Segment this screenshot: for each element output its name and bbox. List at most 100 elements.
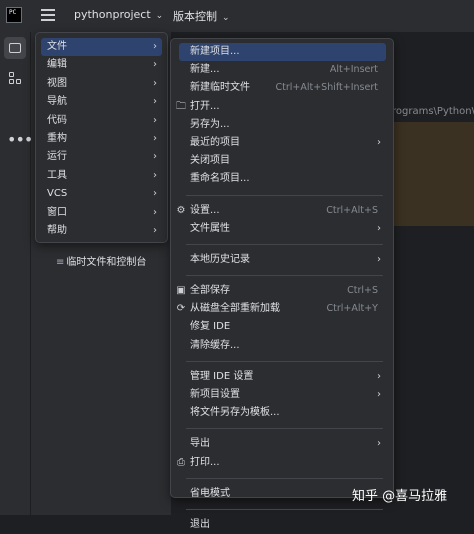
save-icon: ▣ xyxy=(176,285,186,297)
menu-item-settings[interactable]: ⚙ 设置... Ctrl+Alt+S xyxy=(177,202,386,220)
chevron-right-icon: › xyxy=(153,169,157,181)
menu-item-label: 另存为... xyxy=(190,118,230,130)
chevron-right-icon: › xyxy=(377,136,381,148)
tool-window-strip: ••• xyxy=(0,32,33,515)
chevron-right-icon: › xyxy=(153,114,157,126)
menu-item-manage-ide-settings[interactable]: 管理 IDE 设置 › xyxy=(179,368,386,386)
menu-item-label: 工具 xyxy=(47,169,67,181)
scratch-file-icon: ≡ xyxy=(56,257,65,268)
gear-icon: ⚙ xyxy=(176,204,186,216)
chevron-right-icon: › xyxy=(153,41,157,52)
folder-icon: 🗀 xyxy=(176,100,186,112)
main-menu-item[interactable]: VCS › xyxy=(41,185,162,203)
main-menu-item[interactable]: 工具 › xyxy=(41,167,162,185)
printer-icon: ⎙ xyxy=(177,456,185,468)
menu-separator xyxy=(186,243,383,245)
project-tool-button[interactable] xyxy=(4,37,26,59)
menu-item-print[interactable]: ⎙ 打印... xyxy=(177,454,386,472)
menu-item-label: 修复 IDE xyxy=(190,321,231,333)
editor-path-text: rograms\Python\ xyxy=(392,106,474,117)
chevron-right-icon: › xyxy=(153,77,157,89)
chevron-right-icon: › xyxy=(153,151,157,163)
title-bar: PC pythonproject ⌄ 版本控制 ⌄ xyxy=(0,0,474,32)
menu-item-file-properties[interactable]: 文件属性 › xyxy=(179,220,386,238)
main-menu-item[interactable]: 窗口 › xyxy=(41,204,162,222)
menu-item-label: 新项目设置 xyxy=(190,389,240,400)
shortcut-label: Ctrl+S xyxy=(347,285,378,297)
menu-item-label: 导航 xyxy=(47,96,67,108)
scratches-node[interactable]: ≡ 临时文件和控制台 xyxy=(56,253,146,268)
menu-item-label: 导出 xyxy=(190,438,210,450)
menu-item-close-project[interactable]: 关闭项目 xyxy=(179,152,386,170)
menu-separator xyxy=(186,477,383,479)
menu-item-recent-projects[interactable]: 最近的项目 › xyxy=(179,134,386,152)
chevron-right-icon: › xyxy=(377,370,381,382)
vcs-selector[interactable]: 版本控制 ⌄ xyxy=(173,8,230,24)
main-menu-item[interactable]: 帮助 › xyxy=(41,222,162,240)
menu-item-label: 新建临时文件 xyxy=(190,82,250,94)
main-menu-item[interactable]: 重构 › xyxy=(41,130,162,148)
menu-item-new-project[interactable]: 新建项目... xyxy=(179,43,386,62)
scratches-label: 临时文件和控制台 xyxy=(66,257,147,268)
file-submenu-popup: 新建项目... 新建... Alt+Insert 新建临时文件 Ctrl+Alt+S… xyxy=(170,38,394,530)
menu-item-save-as[interactable]: 另存为... xyxy=(179,116,386,134)
menu-item-label: 新建项目... xyxy=(190,46,240,57)
main-menu-button[interactable] xyxy=(41,9,55,22)
main-menu-item[interactable]: 视图 › xyxy=(41,75,162,93)
pycharm-logo-icon: PC xyxy=(6,7,22,23)
menu-item-label: 运行 xyxy=(47,151,67,163)
menu-item-label: 设置... xyxy=(190,204,220,216)
main-menu-item[interactable]: 编辑 › xyxy=(41,56,162,74)
menu-item-new[interactable]: 新建... Alt+Insert xyxy=(179,61,386,79)
main-menu-item[interactable]: 运行 › xyxy=(41,148,162,166)
menu-item-label: 窗口 xyxy=(47,206,67,218)
menu-item-label: 帮助 xyxy=(47,224,67,236)
menu-item-label: 视图 xyxy=(47,77,67,89)
menu-item-invalidate-caches[interactable]: 清除缓存... xyxy=(179,337,386,355)
folder-icon xyxy=(9,43,21,53)
menu-item-open[interactable]: 🗀 打开... xyxy=(176,98,386,116)
menu-item-rename-project[interactable]: 重命名项目... xyxy=(179,170,386,188)
main-menu-item[interactable]: 文件 › xyxy=(41,38,162,57)
menu-item-repair-ide[interactable]: 修复 IDE xyxy=(179,318,386,336)
menu-item-save-all[interactable]: ▣ 全部保存 Ctrl+S xyxy=(176,282,386,300)
structure-tool-button[interactable] xyxy=(4,67,26,89)
menu-item-label: 本地历史记录 xyxy=(190,253,250,265)
shortcut-label: Ctrl+Alt+Shift+Insert xyxy=(275,82,379,94)
menu-item-new-project-setup[interactable]: 新项目设置 › xyxy=(179,386,386,404)
watermark-text: 知乎 @喜马拉雅 xyxy=(352,489,448,504)
menu-separator xyxy=(186,508,383,510)
menu-item-label: 将文件另存为模板... xyxy=(190,407,280,419)
vcs-label: 版本控制 xyxy=(173,10,217,23)
project-selector[interactable]: pythonproject ⌄ xyxy=(74,8,163,21)
main-menu-item[interactable]: 代码 › xyxy=(41,112,162,130)
menu-separator xyxy=(186,360,383,362)
main-menu-item[interactable]: 导航 › xyxy=(41,93,162,111)
shortcut-label: Alt+Insert xyxy=(329,64,378,76)
menu-item-label: 重构 xyxy=(47,132,67,144)
menu-item-local-history[interactable]: 本地历史记录 › xyxy=(179,251,386,269)
menu-item-label: 从磁盘全部重新加载 xyxy=(190,303,280,315)
menu-item-label: 重命名项目... xyxy=(190,173,250,185)
menu-item-label: 新建... xyxy=(190,64,220,76)
chevron-right-icon: › xyxy=(377,253,381,265)
menu-item-new-scratch[interactable]: 新建临时文件 Ctrl+Alt+Shift+Insert xyxy=(179,79,386,97)
menu-item-export[interactable]: 导出 › xyxy=(179,435,386,453)
chevron-right-icon: › xyxy=(153,59,157,71)
menu-item-label: 打印... xyxy=(190,456,220,468)
shortcut-label: Ctrl+Alt+Y xyxy=(326,303,379,315)
menu-separator xyxy=(186,428,383,430)
chevron-down-icon: ⌄ xyxy=(222,13,230,23)
editor-highlight-band xyxy=(392,122,474,226)
menu-item-label: 全部保存 xyxy=(190,285,230,297)
menu-item-label: 关闭项目 xyxy=(190,155,230,167)
chevron-right-icon: › xyxy=(377,438,381,450)
menu-item-reload-all[interactable]: ⟳ 从磁盘全部重新加载 Ctrl+Alt+Y xyxy=(177,300,386,318)
chevron-right-icon: › xyxy=(153,188,157,200)
more-tools-icon[interactable]: ••• xyxy=(7,130,33,149)
menu-item-exit[interactable]: 退出 xyxy=(179,516,386,534)
project-name: pythonproject xyxy=(74,8,151,21)
menu-item-save-as-template[interactable]: 将文件另存为模板... xyxy=(179,404,386,422)
chevron-right-icon: › xyxy=(377,222,381,234)
menu-item-label: 退出 xyxy=(190,518,210,530)
